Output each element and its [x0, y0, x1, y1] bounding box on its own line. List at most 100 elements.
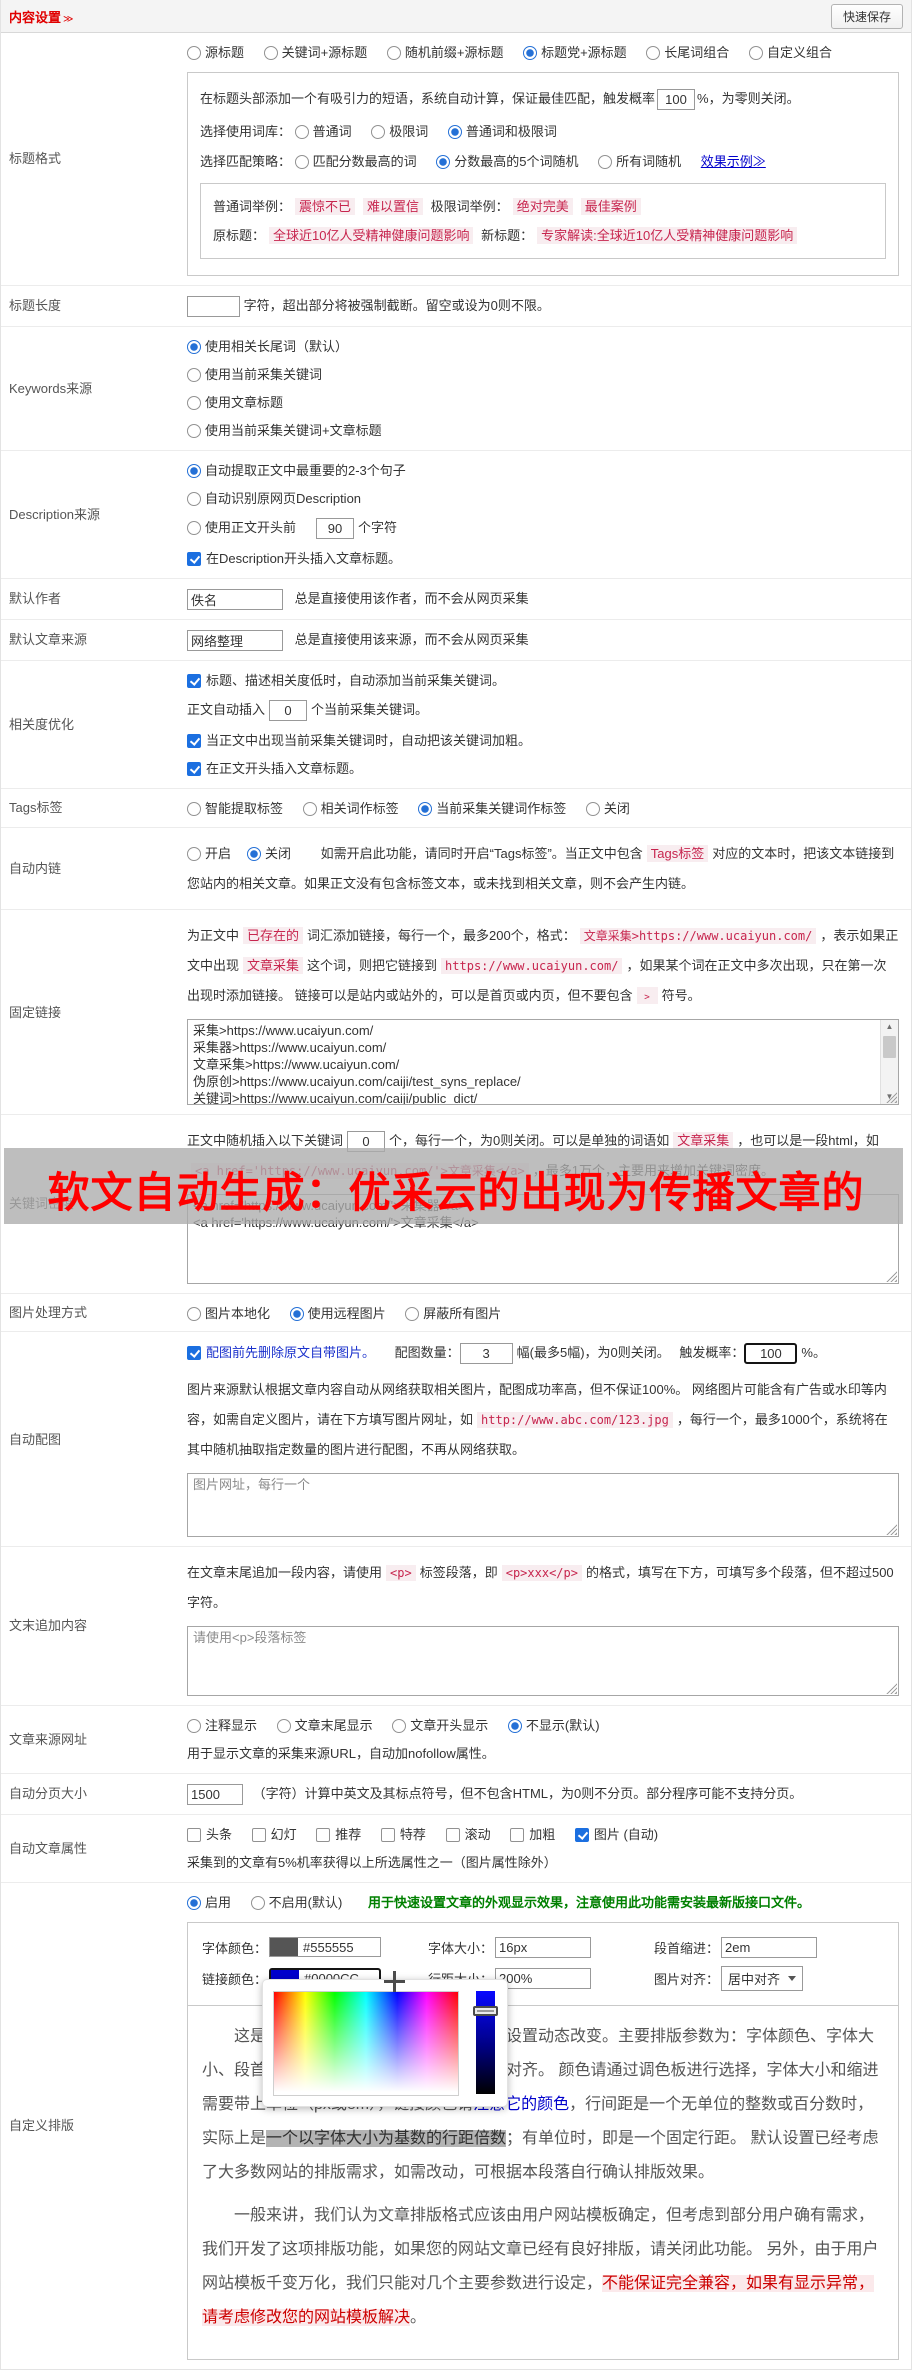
radio-both-words[interactable]: 普通词和极限词	[447, 123, 557, 140]
line-height-input[interactable]	[495, 1967, 592, 1989]
resize-grip-icon[interactable]	[885, 1269, 897, 1282]
radio-custom-combo[interactable]: 自定义组合	[748, 44, 832, 61]
radio-icon	[386, 46, 401, 60]
radio-show-end[interactable]: 文章末尾显示	[276, 1717, 373, 1734]
radio-keyword-source-title[interactable]: 关键词+源标题	[263, 44, 367, 61]
radio-longtail-combo[interactable]: 长尾词组合	[646, 44, 729, 61]
font-color-input[interactable]: #555555	[269, 1937, 382, 1958]
radio-icon	[598, 155, 613, 169]
collapse-chevron-icon[interactable]: ≫	[63, 14, 73, 25]
append-content-textarea[interactable]	[187, 1625, 899, 1696]
checkbox-insert-title-body[interactable]: 在正文开头插入文章标题。	[187, 760, 362, 777]
radio-extreme-words[interactable]: 极限词	[371, 123, 428, 140]
attributes-desc: 采集到的文章有5%机率获得以上所选属性之一（图片属性除外）	[187, 1854, 557, 1870]
resize-grip-icon[interactable]	[885, 1681, 897, 1694]
brightness-slider-handle[interactable]	[473, 2005, 498, 2016]
image-prob-input[interactable]	[744, 1343, 798, 1365]
checkbox-insert-title-description[interactable]: 在Description开头插入文章标题。	[187, 550, 401, 567]
image-count-input[interactable]	[459, 1343, 513, 1365]
radio-innerlink-on[interactable]: 开启	[187, 839, 231, 869]
radio-show-begin[interactable]: 文章开头显示	[392, 1717, 488, 1734]
radio-body-prefix[interactable]: 使用正文开头前	[187, 519, 296, 536]
desc-text: 在文章末尾追加一段内容，请使用	[187, 1565, 383, 1581]
radio-clickbait-title[interactable]: 标题党+源标题	[523, 44, 627, 61]
row-keywords-source: Keywords来源 使用相关长尾词（默认） 使用当前采集关键词 使用文章标题 …	[1, 327, 911, 452]
picker-crosshair-icon[interactable]	[384, 1970, 405, 1992]
radio-auto-extract[interactable]: 自动提取正文中最重要的2-3个句子	[187, 462, 406, 479]
resize-grip-icon[interactable]	[885, 1091, 897, 1104]
example-word: 难以置信	[363, 198, 424, 215]
radio-current-keyword-tags[interactable]: 当前采集关键词作标签	[418, 798, 566, 817]
effect-demo-link[interactable]: 效果示例≫	[701, 154, 766, 169]
radio-label: 使用文章标题	[205, 395, 284, 411]
radio-top5-random[interactable]: 分数最高的5个词随机	[436, 153, 579, 170]
checkbox-image-auto[interactable]: 图片 (自动)	[574, 1826, 658, 1843]
lexicon-label: 选择使用词库：	[200, 124, 292, 139]
radio-all-random[interactable]: 所有词随机	[598, 153, 681, 170]
radio-original-description[interactable]: 自动识别原网页Description	[187, 490, 361, 507]
radio-image-remote[interactable]: 使用远程图片	[289, 1303, 386, 1322]
indent-input[interactable]	[721, 1936, 818, 1958]
scroll-up-icon[interactable]: ▲	[881, 1020, 898, 1035]
attributes-controls: 头条 幻灯 推荐 特荐 滚动 加粗 图片 (自动) 采集到的文章有5%机率获得以…	[187, 1824, 903, 1873]
checkbox-scroll[interactable]: 滚动	[445, 1826, 491, 1843]
quick-save-button[interactable]: 快速保存	[830, 3, 903, 29]
saturation-gradient-area[interactable]	[273, 1990, 459, 2096]
radio-smart-tags[interactable]: 智能提取标签	[187, 798, 283, 817]
radio-related-word-tags[interactable]: 相关词作标签	[302, 798, 399, 817]
radio-show-none[interactable]: 不显示(默认)	[507, 1717, 600, 1734]
radio-related-longtail[interactable]: 使用相关长尾词（默认）	[187, 338, 348, 355]
checkbox-headline[interactable]: 头条	[187, 1826, 232, 1843]
font-size-input[interactable]	[495, 1936, 592, 1958]
insert-count-input[interactable]	[269, 700, 308, 722]
desc-text: 标签段落，即	[419, 1565, 498, 1581]
checkbox-icon	[251, 1827, 266, 1842]
auto-image-textarea[interactable]	[187, 1473, 899, 1538]
radio-normal-words[interactable]: 普通词	[294, 123, 352, 140]
inner-link-label: 自动内链	[9, 860, 62, 876]
intro-text: 这个词，则把它链接到	[307, 958, 438, 974]
checkbox-label: 当正文中出现当前采集关键词时，自动把该关键词加粗。	[206, 733, 532, 749]
checkbox-recommend[interactable]: 推荐	[316, 1826, 361, 1843]
pagination-input[interactable]	[187, 1783, 243, 1805]
radio-keyword-plus-title[interactable]: 使用当前采集关键词+文章标题	[187, 422, 382, 439]
examples-box: 普通词举例： 震惊不已 难以置信 极限词举例： 绝对完美 最佳案例 原标题： 全球近10亿…	[200, 183, 886, 259]
checkbox-icon	[510, 1827, 525, 1842]
default-author-input[interactable]	[187, 589, 283, 611]
resize-grip-icon[interactable]	[885, 1523, 897, 1536]
radio-tags-off[interactable]: 关闭	[585, 798, 630, 817]
radio-typo-enable[interactable]: 启用	[187, 1894, 231, 1911]
image-align-select[interactable]: 居中对齐	[721, 1965, 804, 1991]
radio-image-block[interactable]: 屏蔽所有图片	[405, 1303, 501, 1322]
append-content-textarea-wrap	[187, 1625, 899, 1696]
checkbox-bold[interactable]: 加粗	[510, 1826, 555, 1843]
radio-article-title[interactable]: 使用文章标题	[187, 394, 283, 411]
radio-icon	[247, 846, 262, 861]
checkbox-low-relevance[interactable]: 标题、描述相关度低时，自动添加当前采集关键词。	[187, 672, 505, 689]
font-color-swatch[interactable]	[270, 1938, 299, 1957]
radio-source-title[interactable]: 源标题	[187, 44, 244, 61]
image-align-cell: 图片对齐： 居中对齐	[654, 1965, 880, 1991]
font-size-cell: 字体大小：	[428, 1936, 654, 1958]
row-image-mode: 图片处理方式 图片本地化 使用远程图片 屏蔽所有图片	[1, 1294, 911, 1333]
description-chars-input[interactable]	[316, 518, 355, 540]
radio-label: 所有词随机	[616, 154, 682, 169]
radio-show-comment[interactable]: 注释显示	[187, 1717, 257, 1734]
scrollbar-thumb[interactable]	[883, 1036, 896, 1059]
checkbox-bold-keyword[interactable]: 当正文中出现当前采集关键词时，自动把该关键词加粗。	[187, 732, 531, 749]
checkbox-remove-original-images[interactable]: 配图前先删除原文自带图片。	[187, 1344, 375, 1361]
radio-innerlink-off[interactable]: 关闭	[247, 839, 291, 869]
radio-image-localize[interactable]: 图片本地化	[187, 1303, 270, 1322]
title-probability-input[interactable]	[657, 89, 696, 110]
radio-current-keyword[interactable]: 使用当前采集关键词	[187, 366, 322, 383]
radio-typo-disable[interactable]: 不启用(默认)	[250, 1894, 342, 1911]
radio-highest-score[interactable]: 匹配分数最高的词	[294, 153, 417, 170]
title-length-input[interactable]	[187, 296, 240, 318]
checkbox-special[interactable]: 特荐	[380, 1826, 426, 1843]
fixed-links-textarea[interactable]: 采集>https://www.ucaiyun.com/ 采集器>https://…	[187, 1019, 899, 1106]
typography-controls: 启用 不启用(默认) 用于快速设置文章的外观显示效果，注意使用此功能需安装最新版…	[187, 1892, 903, 2361]
title-length-label: 标题长度	[9, 298, 62, 314]
default-source-input[interactable]	[187, 630, 283, 652]
radio-random-prefix-title[interactable]: 随机前缀+源标题	[386, 44, 503, 61]
checkbox-slideshow[interactable]: 幻灯	[251, 1826, 297, 1843]
